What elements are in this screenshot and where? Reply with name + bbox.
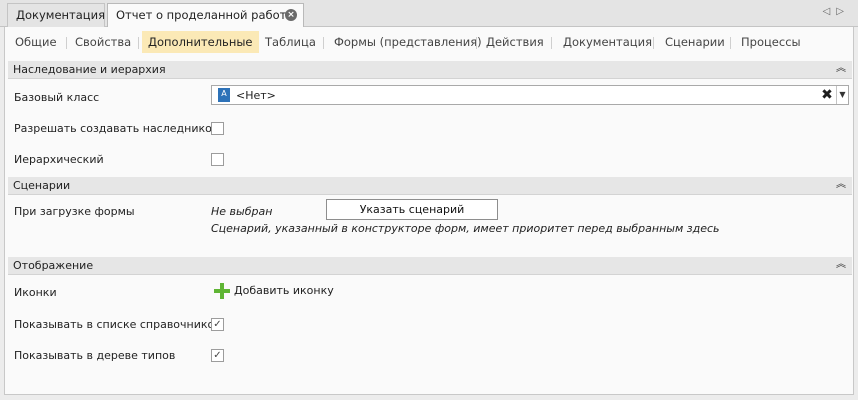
tab-processes[interactable]: Процессы [735, 31, 807, 53]
tab-documentation[interactable]: Документация [557, 31, 658, 53]
chevron-down-icon[interactable]: ▼ [836, 86, 848, 104]
tab-separator [323, 37, 324, 49]
tab-separator [653, 37, 654, 49]
class-icon: A [218, 88, 230, 102]
hierarchical-label: Иерархический [14, 153, 104, 166]
section-tab-bar: Общие Свойства Дополнительные Таблица Фо… [5, 29, 853, 55]
plus-icon [214, 283, 230, 299]
tab-separator [551, 37, 552, 49]
doc-tab-label: Отчет о проделанной работе [116, 8, 294, 22]
set-scenario-button[interactable]: Указать сценарий [326, 199, 498, 220]
add-icon-label: Добавить иконку [234, 284, 334, 297]
tab-properties[interactable]: Свойства [69, 31, 137, 53]
on-load-value: Не выбран [211, 205, 273, 218]
show-in-type-tree-label: Показывать в дереве типов [14, 349, 176, 362]
on-load-label: При загрузке формы [14, 205, 135, 218]
doc-tab-work-report[interactable]: Отчет о проделанной работе × [107, 3, 304, 28]
tab-table[interactable]: Таблица [259, 31, 322, 53]
show-in-catalog-list-label: Показывать в списке справочников [14, 318, 221, 331]
collapse-icon[interactable]: ︽ [836, 178, 846, 192]
tab-additional[interactable]: Дополнительные [142, 31, 259, 53]
tab-separator [138, 37, 139, 49]
collapse-icon[interactable]: ︽ [836, 62, 846, 76]
tab-separator [476, 37, 477, 49]
group-inheritance-header[interactable]: Наследование и иерархия ︽ [8, 61, 852, 79]
tab-forms[interactable]: Формы (представления) [328, 31, 488, 53]
icons-label: Иконки [14, 286, 57, 299]
editor-panel: Общие Свойства Дополнительные Таблица Фо… [4, 27, 854, 395]
doc-tab-label: Документация [16, 8, 106, 22]
scenario-priority-note: Сценарий, указанный в конструкторе форм,… [211, 222, 720, 235]
show-in-catalog-list-checkbox[interactable]: ✓ [211, 318, 224, 331]
document-tab-bar: Документация Отчет о проделанной работе … [0, 0, 858, 28]
tab-separator [730, 37, 731, 49]
group-scenarios-header[interactable]: Сценарии ︽ [8, 177, 852, 195]
allow-inherit-checkbox[interactable] [211, 122, 224, 135]
clear-icon[interactable]: ✖ [819, 88, 835, 103]
group-title: Сценарии [13, 179, 71, 192]
base-class-value: <Нет> [236, 89, 276, 102]
group-title: Отображение [13, 259, 94, 272]
base-class-label: Базовый класс [14, 91, 100, 104]
tab-navigation: ◁▷ [823, 6, 850, 17]
tab-general[interactable]: Общие [9, 31, 63, 53]
arrow-left-icon[interactable]: ◁ [823, 6, 837, 17]
allow-inherit-label: Разрешать создавать наследников [14, 122, 219, 135]
group-display-header[interactable]: Отображение ︽ [8, 257, 852, 275]
collapse-icon[interactable]: ︽ [836, 258, 846, 272]
arrow-right-icon[interactable]: ▷ [836, 6, 850, 17]
tab-scenarios[interactable]: Сценарии [659, 31, 731, 53]
show-in-type-tree-checkbox[interactable]: ✓ [211, 349, 224, 362]
group-title: Наследование и иерархия [13, 63, 166, 76]
close-icon[interactable]: × [285, 9, 297, 21]
tab-separator [66, 37, 67, 49]
base-class-select[interactable]: A <Нет> ✖ ▼ [211, 85, 849, 105]
doc-tab-documentation[interactable]: Документация [7, 3, 105, 27]
tab-actions[interactable]: Действия [480, 31, 550, 53]
hierarchical-checkbox[interactable] [211, 153, 224, 166]
